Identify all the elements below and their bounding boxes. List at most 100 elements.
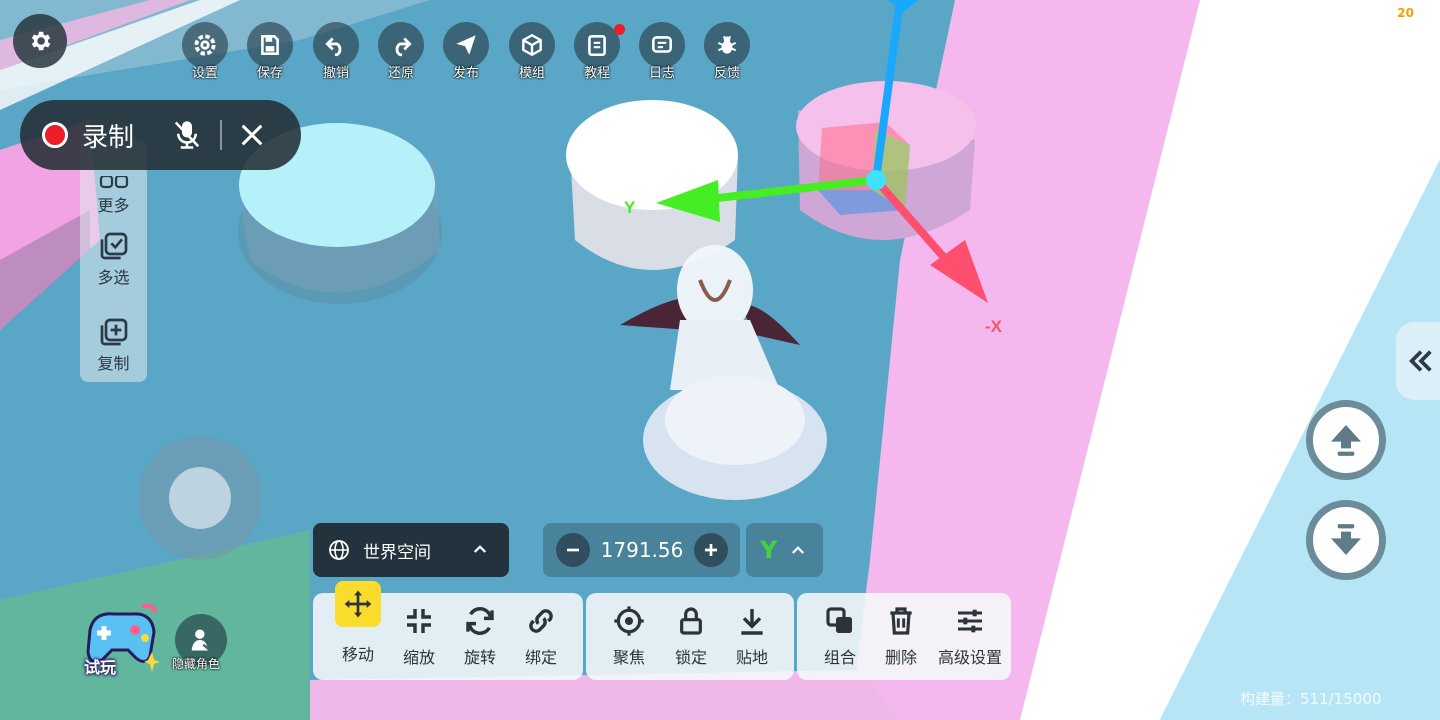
record-button[interactable] [42, 122, 68, 148]
snap-ground-label: 贴地 [735, 648, 768, 667]
coordinate-space-label: 世界空间 [363, 542, 431, 563]
record-label: 录制 [82, 122, 135, 153]
save-label: 保存 [256, 66, 283, 81]
globe-icon [329, 540, 349, 560]
expand-panel-button[interactable] [1396, 322, 1440, 400]
gear-icon [31, 31, 51, 51]
multiselect-button[interactable]: 多选 [80, 230, 147, 288]
paper-plane-icon [456, 35, 476, 55]
trash-icon [890, 607, 912, 635]
bind-tool[interactable]: 绑定 [510, 593, 572, 680]
notification-badge [614, 24, 625, 35]
plus-icon [705, 544, 717, 556]
publish-label: 发布 [452, 66, 479, 81]
undo-icon [325, 37, 342, 57]
mic-off-icon[interactable] [172, 118, 202, 152]
scene-settings-button[interactable] [13, 14, 67, 68]
group-label: 组合 [823, 648, 856, 667]
feedback-button[interactable]: 反馈 [704, 22, 750, 81]
rotate-tool[interactable]: 旋转 [449, 593, 511, 680]
book-icon [588, 35, 606, 57]
save-button[interactable]: 保存 [247, 22, 293, 81]
chevron-up-icon [473, 545, 487, 553]
undo-label: 撤销 [322, 66, 349, 81]
module-label: 模组 [518, 66, 545, 81]
cube-icon [522, 33, 542, 57]
crosshair-icon [614, 606, 644, 636]
rotate-icon [466, 607, 494, 635]
advanced-settings-label: 高级设置 [937, 648, 1002, 667]
placement-tool-group: 聚焦 锁定 贴地 [586, 593, 794, 680]
step-value[interactable]: 1791.56 [590, 538, 694, 562]
delete-label: 删除 [884, 648, 917, 667]
decrease-button[interactable] [556, 533, 590, 567]
copy-button[interactable]: 复制 [80, 316, 147, 374]
redo-icon [395, 37, 412, 57]
joystick-knob[interactable] [169, 467, 231, 529]
character-icon [191, 629, 213, 653]
close-icon[interactable] [238, 121, 266, 149]
download-arrow-icon [741, 609, 763, 635]
rotate-label: 旋转 [463, 648, 496, 667]
focus-tool[interactable]: 聚焦 [598, 593, 660, 680]
lock-label: 锁定 [674, 648, 707, 667]
play-test-label[interactable]: 试玩 [84, 654, 116, 678]
copy-icon [100, 318, 127, 346]
lock-tool[interactable]: 锁定 [660, 593, 722, 680]
delete-tool[interactable]: 删除 [870, 593, 932, 680]
fps-counter: 20 [1397, 6, 1414, 20]
axis-select[interactable]: Y [746, 523, 823, 577]
redo-button[interactable]: 还原 [378, 22, 424, 81]
double-chevron-left-icon [1409, 350, 1432, 372]
arrow-up-icon [1331, 425, 1361, 456]
move-tool[interactable]: 移动 [327, 581, 389, 680]
move-arrows-icon [344, 590, 372, 618]
scale-label: 缩放 [402, 648, 435, 667]
gear-icon [194, 34, 216, 56]
multiselect-label: 多选 [97, 268, 130, 287]
hide-character-label: 隐藏角色 [172, 657, 221, 671]
message-icon [652, 36, 672, 53]
build-count: 构建量：511/15000 [1240, 690, 1382, 708]
more-button[interactable]: 更多 [80, 176, 147, 216]
shrink-icon [407, 609, 431, 633]
ascend-button[interactable] [1306, 400, 1386, 480]
minus-icon [567, 548, 579, 552]
module-button[interactable]: 模组 [509, 22, 555, 81]
left-side-menu: 更多 多选 复制 [80, 140, 147, 382]
settings-label: 设置 [191, 66, 218, 81]
bug-icon [717, 35, 737, 54]
lock-icon [680, 607, 702, 635]
descend-button[interactable] [1306, 500, 1386, 580]
arrow-down-icon [1331, 524, 1361, 555]
redo-label: 还原 [387, 66, 414, 81]
gizmo-x-label: -X [985, 317, 1003, 336]
scale-tool[interactable]: 缩放 [388, 593, 450, 680]
sliders-icon [958, 609, 982, 633]
save-icon [261, 35, 279, 55]
increase-button[interactable] [694, 533, 728, 567]
coordinate-space-select[interactable]: 世界空间 [313, 523, 509, 577]
copy-label: 复制 [97, 354, 130, 373]
tutorial-button[interactable]: 教程 [574, 22, 625, 81]
chevron-up-icon [792, 546, 805, 554]
feedback-label: 反馈 [713, 66, 740, 81]
log-button[interactable]: 日志 [639, 22, 685, 81]
publish-button[interactable]: 发布 [443, 22, 489, 81]
group-icon [826, 607, 852, 633]
log-label: 日志 [648, 66, 675, 81]
bind-label: 绑定 [524, 648, 557, 667]
advanced-settings-tool[interactable]: 高级设置 [931, 593, 1009, 680]
group-tool[interactable]: 组合 [809, 593, 871, 680]
link-icon [529, 609, 553, 633]
gizmo-y-label: Y [624, 198, 636, 217]
focus-label: 聚焦 [612, 648, 645, 667]
axis-letter: Y [760, 536, 778, 564]
transform-tool-group: 移动 缩放 旋转 绑定 [313, 581, 583, 680]
settings-button[interactable]: 设置 [182, 22, 228, 81]
undo-button[interactable]: 撤销 [313, 22, 359, 81]
step-value-control: 1791.56 [543, 523, 740, 577]
grid-icon [99, 176, 128, 189]
more-label: 更多 [97, 196, 130, 215]
snap-ground-tool[interactable]: 贴地 [721, 593, 783, 680]
